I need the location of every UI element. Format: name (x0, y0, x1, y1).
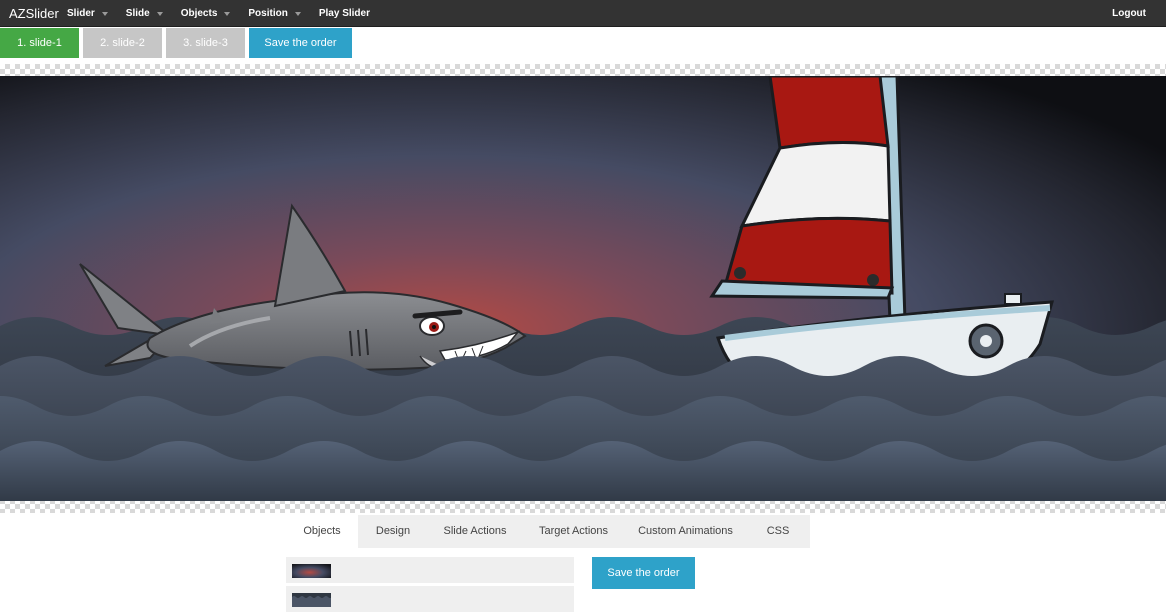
object-list (286, 557, 574, 615)
menu-objects[interactable]: Objects (172, 0, 240, 27)
menu-slide[interactable]: Slide (117, 0, 172, 27)
slide-tab-2[interactable]: 2. slide-2 (83, 28, 162, 58)
list-item[interactable] (286, 557, 574, 583)
slide-scene (0, 76, 1166, 501)
caret-down-icon (224, 11, 231, 16)
slide-tab-1[interactable]: 1. slide-1 (0, 28, 79, 58)
slide-tab-3[interactable]: 3. slide-3 (166, 28, 245, 58)
menu-label: Slide (125, 8, 150, 19)
logout-link[interactable]: Logout (1112, 0, 1146, 27)
slide-canvas-background (0, 64, 1166, 513)
menu-label: Position (248, 8, 288, 19)
menu-play-slider[interactable]: Play Slider (310, 0, 379, 27)
tab-design[interactable]: Design (358, 515, 428, 548)
menu-slider[interactable]: Slider (58, 0, 117, 27)
caret-down-icon (156, 11, 163, 16)
object-thumbnail (292, 593, 331, 607)
caret-down-icon (294, 11, 301, 16)
top-navbar: AZSlider Slider Slide Objects Position P… (0, 0, 1166, 27)
save-order-button[interactable]: Save the order (592, 557, 695, 589)
caret-down-icon (101, 11, 108, 16)
slide-stage[interactable] (0, 76, 1166, 501)
tab-objects[interactable]: Objects (286, 515, 358, 548)
brand-logo[interactable]: AZSlider (9, 6, 59, 21)
menu-position[interactable]: Position (239, 0, 309, 27)
menu-label: Play Slider (318, 8, 370, 19)
menu-label: Slider (67, 8, 95, 19)
save-order-button[interactable]: Save the order (249, 28, 352, 58)
tab-css[interactable]: CSS (746, 515, 810, 548)
object-thumbnail (292, 564, 331, 578)
tab-custom-animations[interactable]: Custom Animations (625, 515, 746, 548)
tab-target-actions[interactable]: Target Actions (522, 515, 625, 548)
main-menu: Slider Slide Objects Position Play Slide… (58, 0, 379, 27)
list-item[interactable] (286, 586, 574, 612)
menu-label: Objects (180, 8, 218, 19)
tab-slide-actions[interactable]: Slide Actions (428, 515, 522, 548)
slide-tabs: 1. slide-1 2. slide-2 3. slide-3 Save th… (0, 28, 356, 58)
editor-tabs: Objects Design Slide Actions Target Acti… (286, 515, 810, 548)
